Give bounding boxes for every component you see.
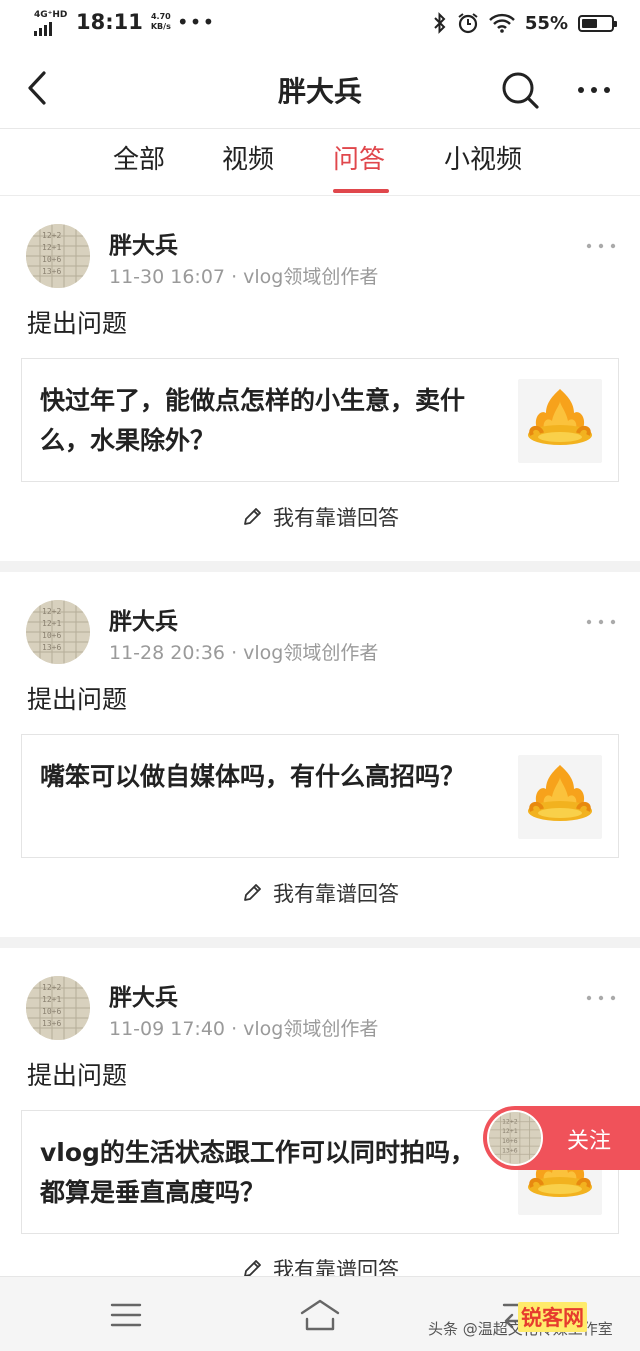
post-meta: 11-28 20:36 · vlog领域创作者 (109, 638, 378, 665)
answer-label: 我有靠谱回答 (273, 882, 399, 906)
question-text[interactable]: vlog的生活状态跟工作可以同时拍吗，都算是垂直高度吗？ (40, 1133, 480, 1213)
svg-text:12+1: 12+1 (42, 243, 61, 252)
page: 4G⁺HD 18:11 4.70 KB/s ••• 55% 胖大兵 全部 视频 … (0, 0, 640, 1351)
tab-bar: 全部 视频 问答 小视频 (0, 129, 640, 196)
network-type: 4G⁺HD (34, 10, 68, 20)
network-speed: 4.70 KB/s (150, 12, 171, 31)
post-action-label: 提出问题 (27, 1061, 128, 1090)
cellular-signal-icon: 4G⁺HD (34, 8, 68, 36)
author-role: vlog领域创作者 (243, 266, 379, 288)
meta-separator: · (231, 266, 238, 288)
meta-separator: · (231, 642, 238, 664)
question-thumbnail (518, 755, 602, 839)
question-text[interactable]: 嘴笨可以做自媒体吗，有什么高招吗？ (40, 757, 480, 797)
svg-text:12+2: 12+2 (42, 231, 61, 240)
wukong-cloud-icon (528, 389, 592, 445)
feed-item: 12+2 12+1 10+6 13+6 胖大兵 11-30 16:07 · vlog领… (0, 196, 640, 561)
menu-button[interactable] (104, 1295, 148, 1335)
more-horizontal-icon (586, 619, 616, 625)
svg-text:13+6: 13+6 (502, 1147, 518, 1155)
author-role: vlog领域创作者 (243, 642, 379, 664)
home-icon (300, 1299, 340, 1331)
svg-text:12+1: 12+1 (502, 1127, 518, 1135)
post-more-button[interactable] (584, 986, 618, 1010)
post-date: 11-30 16:07 (109, 266, 226, 288)
question-card[interactable]: 嘴笨可以做自媒体吗，有什么高招吗？ (21, 734, 619, 858)
author-role: vlog领域创作者 (243, 1018, 379, 1040)
answer-button[interactable]: 我有靠谱回答 (0, 502, 640, 532)
home-button[interactable] (298, 1295, 342, 1335)
battery-percent: 55% (524, 12, 568, 34)
author-name[interactable]: 胖大兵 (109, 226, 178, 260)
post-more-button[interactable] (584, 234, 618, 258)
svg-text:13+6: 13+6 (42, 267, 61, 276)
tab-qa[interactable]: 问答 (333, 139, 385, 176)
svg-text:13+6: 13+6 (42, 1019, 61, 1028)
tab-mini-video[interactable]: 小视频 (444, 139, 522, 176)
svg-text:12+2: 12+2 (502, 1117, 518, 1125)
nav-bar: 胖大兵 (0, 50, 640, 129)
svg-text:10+6: 10+6 (42, 255, 61, 264)
battery-icon (578, 14, 617, 32)
tab-active-indicator (333, 189, 389, 193)
post-date: 11-28 20:36 (109, 642, 226, 664)
svg-text:12+1: 12+1 (42, 995, 61, 1004)
author-name[interactable]: 胖大兵 (109, 602, 178, 636)
post-more-button[interactable] (584, 610, 618, 634)
pencil-icon (244, 884, 261, 901)
post-action-label: 提出问题 (27, 685, 128, 714)
follow-label: 关注 (567, 1129, 612, 1154)
avatar[interactable]: 12+2 12+1 10+6 13+6 (26, 600, 90, 664)
question-card[interactable]: 快过年了，能做点怎样的小生意，卖什么，水果除外？ (21, 358, 619, 482)
question-text[interactable]: 快过年了，能做点怎样的小生意，卖什么，水果除外？ (40, 381, 480, 461)
svg-text:12+2: 12+2 (42, 607, 61, 616)
status-time: 18:11 (76, 10, 143, 34)
feed-item: 12+2 12+1 10+6 13+6 胖大兵 11-28 20:36 · vlog领… (0, 572, 640, 937)
more-horizontal-icon (578, 87, 610, 93)
author-name[interactable]: 胖大兵 (109, 978, 178, 1012)
more-button[interactable] (572, 68, 616, 112)
follow-button[interactable]: 12+2 12+1 10+6 13+6 关注 (483, 1106, 640, 1170)
wifi-icon (489, 13, 515, 33)
watermark-logo: 锐客网 (518, 1302, 587, 1332)
svg-text:12+2: 12+2 (42, 983, 61, 992)
bluetooth-icon (434, 12, 446, 34)
svg-text:12+1: 12+1 (42, 619, 61, 628)
svg-text:13+6: 13+6 (42, 643, 61, 652)
feed-divider (0, 561, 640, 572)
alarm-clock-icon (458, 13, 478, 34)
more-horizontal-icon (586, 995, 616, 1001)
svg-text:10+6: 10+6 (502, 1137, 518, 1145)
more-horizontal-icon (586, 243, 616, 249)
feed-divider (0, 937, 640, 948)
question-thumbnail (518, 379, 602, 463)
avatar[interactable]: 12+2 12+1 10+6 13+6 (26, 976, 90, 1040)
post-meta: 11-09 17:40 · vlog领域创作者 (109, 1014, 378, 1041)
avatar: 12+2 12+1 10+6 13+6 (487, 1110, 543, 1166)
status-bar: 4G⁺HD 18:11 4.70 KB/s ••• 55% (0, 0, 640, 50)
page-title: 胖大兵 (277, 75, 362, 108)
answer-button[interactable]: 我有靠谱回答 (0, 878, 640, 908)
search-icon (502, 72, 539, 109)
notification-more-icon: ••• (176, 10, 216, 34)
meta-separator: · (231, 1018, 238, 1040)
tab-video[interactable]: 视频 (222, 139, 274, 176)
menu-icon (110, 1303, 142, 1327)
post-meta: 11-30 16:07 · vlog领域创作者 (109, 262, 378, 289)
pencil-icon (244, 508, 261, 525)
wukong-cloud-icon (528, 765, 592, 821)
svg-text:10+6: 10+6 (42, 1007, 61, 1016)
search-button[interactable] (498, 68, 542, 112)
post-action-label: 提出问题 (27, 309, 128, 338)
post-date: 11-09 17:40 (109, 1018, 226, 1040)
svg-text:10+6: 10+6 (42, 631, 61, 640)
tab-all[interactable]: 全部 (113, 139, 165, 176)
answer-label: 我有靠谱回答 (273, 506, 399, 530)
avatar[interactable]: 12+2 12+1 10+6 13+6 (26, 224, 90, 288)
